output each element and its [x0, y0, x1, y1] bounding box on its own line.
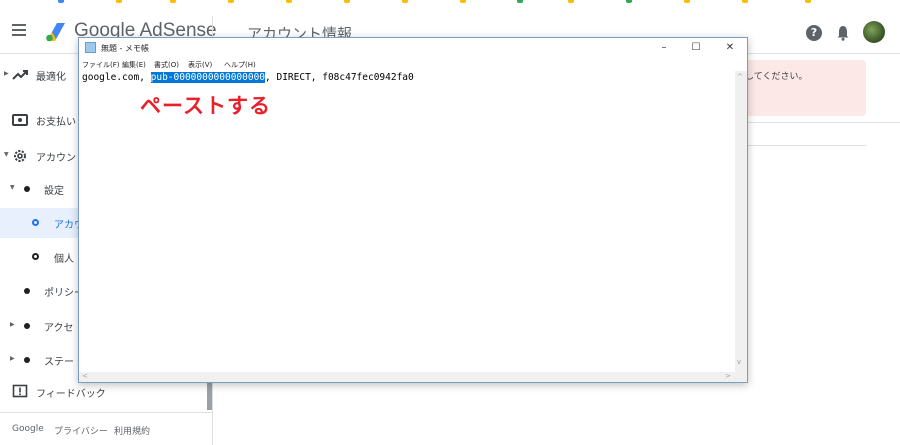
hamburger-menu-icon[interactable]: [12, 24, 26, 36]
notepad-app-icon: [85, 42, 96, 53]
circle-bullet-icon: [32, 219, 39, 226]
bookmark-dot: [742, 0, 748, 3]
bookmark-dot: [228, 0, 234, 3]
maximize-button[interactable]: ☐: [689, 41, 703, 55]
bookmark-dot: [805, 0, 811, 3]
bullet-icon: [24, 186, 30, 192]
expand-caret-icon: ▶: [4, 70, 9, 77]
close-button[interactable]: ✕: [723, 41, 737, 55]
avatar[interactable]: [863, 21, 885, 43]
google-footer-logo: Google: [12, 424, 44, 434]
alert-banner: 正してください。: [733, 60, 866, 116]
scroll-right-arrow-icon[interactable]: >: [725, 372, 731, 380]
selected-publisher-id: pub-0000000000000000: [150, 72, 266, 83]
menu-view[interactable]: 表示(V): [188, 60, 212, 70]
text-after-selection: , DIRECT, f08c47fec0942fa0: [265, 72, 414, 83]
terms-link[interactable]: 利用規約: [114, 424, 150, 437]
bullet-icon: [24, 288, 30, 294]
privacy-link[interactable]: プライバシー: [54, 424, 108, 437]
bookmark-dot: [170, 0, 176, 3]
bookmark-dot: [626, 0, 632, 3]
notification-bell-icon[interactable]: [836, 25, 850, 41]
bookmark-dot: [684, 0, 690, 3]
bullet-icon: [24, 323, 30, 329]
sidebar-footer: Google プライバシー 利用規約: [0, 412, 212, 445]
text-line: google.com, pub-0000000000000000, DIRECT…: [82, 72, 414, 83]
scroll-up-arrow-icon[interactable]: ^: [737, 73, 743, 81]
notepad-title: 無題 - メモ帳: [101, 44, 149, 53]
gear-icon: [14, 150, 26, 162]
bookmark-dot: [58, 0, 64, 3]
sidebar-item-label: 設定: [44, 186, 64, 197]
menu-edit[interactable]: 編集(E): [122, 60, 146, 70]
paste-annotation: ペーストする: [140, 94, 271, 118]
bookmark-dot: [116, 0, 122, 3]
minimize-button[interactable]: –: [657, 41, 671, 55]
payments-icon: [12, 114, 28, 126]
sidebar-item-label: 個人: [54, 254, 74, 265]
feedback-icon: [12, 384, 28, 398]
vertical-scrollbar[interactable]: ^ v: [735, 71, 747, 372]
expand-caret-icon: ▶: [10, 355, 15, 362]
notepad-menubar: ファイル(F) 編集(E) 書式(O) 表示(V) ヘルプ(H): [79, 59, 747, 71]
sidebar-item-label: 最適化: [36, 72, 66, 83]
menu-format[interactable]: 書式(O): [154, 60, 179, 70]
expand-caret-icon: ▼: [10, 184, 15, 191]
sidebar-item-label: ステー: [44, 357, 74, 368]
section-divider: [733, 145, 866, 146]
text-before-selection: google.com,: [82, 72, 151, 83]
notepad-titlebar[interactable]: 無題 - メモ帳 – ☐ ✕: [79, 38, 747, 59]
adsense-logo-icon[interactable]: [44, 21, 68, 43]
horizontal-scrollbar[interactable]: < >: [79, 372, 735, 382]
expand-caret-icon: ▶: [10, 321, 15, 328]
bookmark-dot: [517, 0, 523, 3]
circle-bullet-icon: [32, 253, 39, 260]
trending-up-icon: [12, 70, 28, 80]
scroll-down-arrow-icon[interactable]: v: [737, 358, 741, 366]
bookmark-dot: [402, 0, 408, 3]
bookmark-dot: [286, 0, 292, 3]
resize-grip[interactable]: [735, 372, 747, 382]
section-divider: [733, 122, 900, 123]
bookmark-dot: [568, 0, 574, 3]
sidebar-item-label: お支払い: [36, 117, 76, 128]
help-icon[interactable]: ?: [806, 25, 822, 41]
sidebar-item-label: フィードバック: [36, 389, 106, 400]
sidebar-item-label: アクセ: [44, 323, 74, 334]
expand-caret-icon: ▼: [4, 151, 9, 158]
bullet-icon: [24, 357, 30, 363]
bookmark-dot: [344, 0, 350, 3]
menu-help[interactable]: ヘルプ(H): [224, 60, 256, 70]
menu-file[interactable]: ファイル(F): [82, 60, 120, 70]
scroll-left-arrow-icon[interactable]: <: [82, 372, 88, 380]
sidebar-item-label: アカウン: [36, 153, 76, 164]
bookmark-dot: [460, 0, 466, 3]
notepad-window[interactable]: 無題 - メモ帳 – ☐ ✕ ファイル(F) 編集(E) 書式(O) 表示(V)…: [78, 37, 748, 383]
